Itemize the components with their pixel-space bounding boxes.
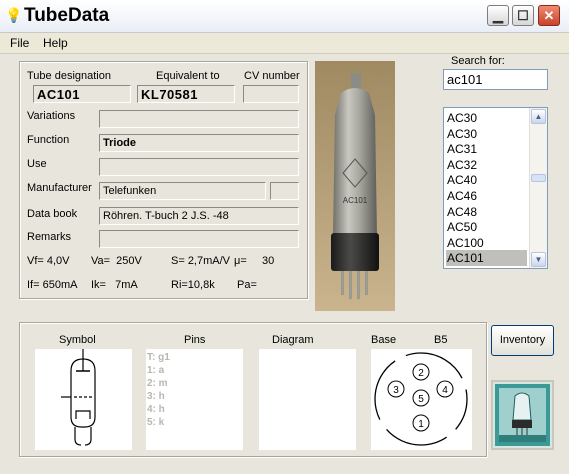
list-item[interactable]: AC31: [446, 141, 527, 157]
diagram-label: Diagram: [272, 334, 314, 346]
manufacturer-field[interactable]: Telefunken: [99, 182, 266, 200]
param-vf: Vf= 4,0V: [27, 255, 70, 267]
use-field[interactable]: [99, 158, 299, 176]
manufacturer-code-field[interactable]: [270, 182, 299, 200]
function-label: Function: [27, 134, 70, 146]
triode-symbol-icon: [61, 349, 96, 446]
designation-field[interactable]: AC101: [33, 85, 131, 103]
pin-entry: 1: a: [147, 365, 165, 376]
pin-entry: 2: m: [147, 378, 168, 389]
remarks-field[interactable]: [99, 230, 299, 248]
base-pin-3: 3: [393, 385, 399, 396]
tube-marking: AC101: [343, 196, 368, 205]
title-bar[interactable]: 💡 TubeData ▁ ☐ ✕: [0, 0, 569, 33]
list-item[interactable]: AC40: [446, 172, 527, 188]
tube-photo-graphic: AC101: [315, 61, 395, 311]
scroll-down-button[interactable]: ▼: [531, 252, 546, 267]
pins-box: T: g1 1: a 2: m 3: h 4: h 5: k: [146, 349, 243, 450]
list-item[interactable]: AC30: [446, 126, 527, 142]
pin-entry: 4: h: [147, 404, 165, 415]
param-va: Va= 250V: [91, 255, 142, 267]
equivalent-field[interactable]: KL70581: [137, 85, 235, 103]
remarks-label: Remarks: [27, 231, 72, 243]
variations-label: Variations: [27, 110, 76, 122]
menu-file[interactable]: File: [10, 36, 29, 50]
pin-entry: 3: h: [147, 391, 165, 402]
equivalent-label: Equivalent to: [156, 70, 220, 82]
base-pin-4: 4: [442, 385, 448, 396]
search-label: Search for:: [451, 55, 505, 67]
window-title: TubeData: [24, 5, 110, 26]
base-label: Base: [371, 334, 397, 346]
tube-photo: AC101: [315, 61, 395, 311]
tube-list[interactable]: AC30 AC30 AC31 AC32 AC40 AC46 AC48 AC50 AC100 AC1…: [443, 107, 548, 269]
chevron-up-icon: ▲: [534, 112, 543, 121]
list-item[interactable]: AC32: [446, 157, 527, 173]
use-label: Use: [27, 158, 47, 170]
designation-label: Tube designation: [27, 70, 111, 82]
base-pin-2: 2: [418, 368, 424, 379]
base-pin-1: 1: [418, 419, 424, 430]
app-logo: [491, 380, 554, 450]
list-item[interactable]: AC30: [446, 110, 527, 126]
manufacturer-label: Manufacturer: [27, 182, 92, 194]
list-item[interactable]: AC101: [446, 250, 527, 267]
list-item[interactable]: AC46: [446, 188, 527, 204]
base-pinout-diagram: 1 2 3 4 5: [374, 352, 468, 446]
maximize-button[interactable]: ☐: [512, 5, 534, 26]
search-input[interactable]: [443, 69, 548, 90]
chevron-down-icon: ▼: [534, 255, 543, 264]
minimize-icon: ▁: [493, 8, 503, 23]
tube-logo-icon: [493, 382, 552, 448]
databook-label: Data book: [27, 208, 78, 220]
menu-bar: File Help: [0, 33, 569, 54]
symbol-label: Symbol: [59, 334, 96, 346]
scroll-up-button[interactable]: ▲: [531, 109, 546, 124]
close-icon: ✕: [543, 8, 555, 23]
symbol-box: [35, 349, 132, 450]
minimize-button[interactable]: ▁: [487, 5, 509, 26]
base-pin-5: 5: [418, 394, 424, 405]
list-item[interactable]: AC100: [446, 235, 527, 251]
scroll-thumb[interactable]: [531, 174, 546, 182]
param-if: If= 650mA: [27, 279, 78, 291]
diagram-box: [259, 349, 356, 450]
lightbulb-icon: 💡: [5, 7, 23, 23]
cv-field[interactable]: [243, 85, 299, 103]
close-button[interactable]: ✕: [538, 5, 560, 26]
maximize-icon: ☐: [517, 8, 529, 23]
param-s: S= 2,7mA/V: [171, 255, 231, 267]
param-mu: μ= 30: [234, 255, 275, 267]
pin-entry: T: g1: [147, 352, 170, 363]
param-pa: Pa=: [237, 279, 257, 291]
menu-help[interactable]: Help: [43, 36, 68, 50]
base-box: 1 2 3 4 5: [371, 349, 472, 450]
variations-field[interactable]: [99, 110, 299, 128]
inventory-button[interactable]: Inventory: [491, 325, 554, 356]
param-ri: Ri=10,8k: [171, 279, 215, 291]
cv-label: CV number: [244, 70, 300, 82]
list-item[interactable]: AC50: [446, 219, 527, 235]
pin-entry: 5: k: [147, 417, 165, 428]
function-field[interactable]: Triode: [99, 134, 299, 152]
list-scrollbar[interactable]: ▲ ▼: [529, 108, 547, 268]
list-item[interactable]: AC48: [446, 204, 527, 220]
base-type-label: B5: [434, 334, 448, 346]
param-ik: Ik= 7mA: [91, 279, 138, 291]
databook-field[interactable]: Röhren. T-buch 2 J.S. -48: [99, 207, 299, 225]
pins-label: Pins: [184, 334, 206, 346]
